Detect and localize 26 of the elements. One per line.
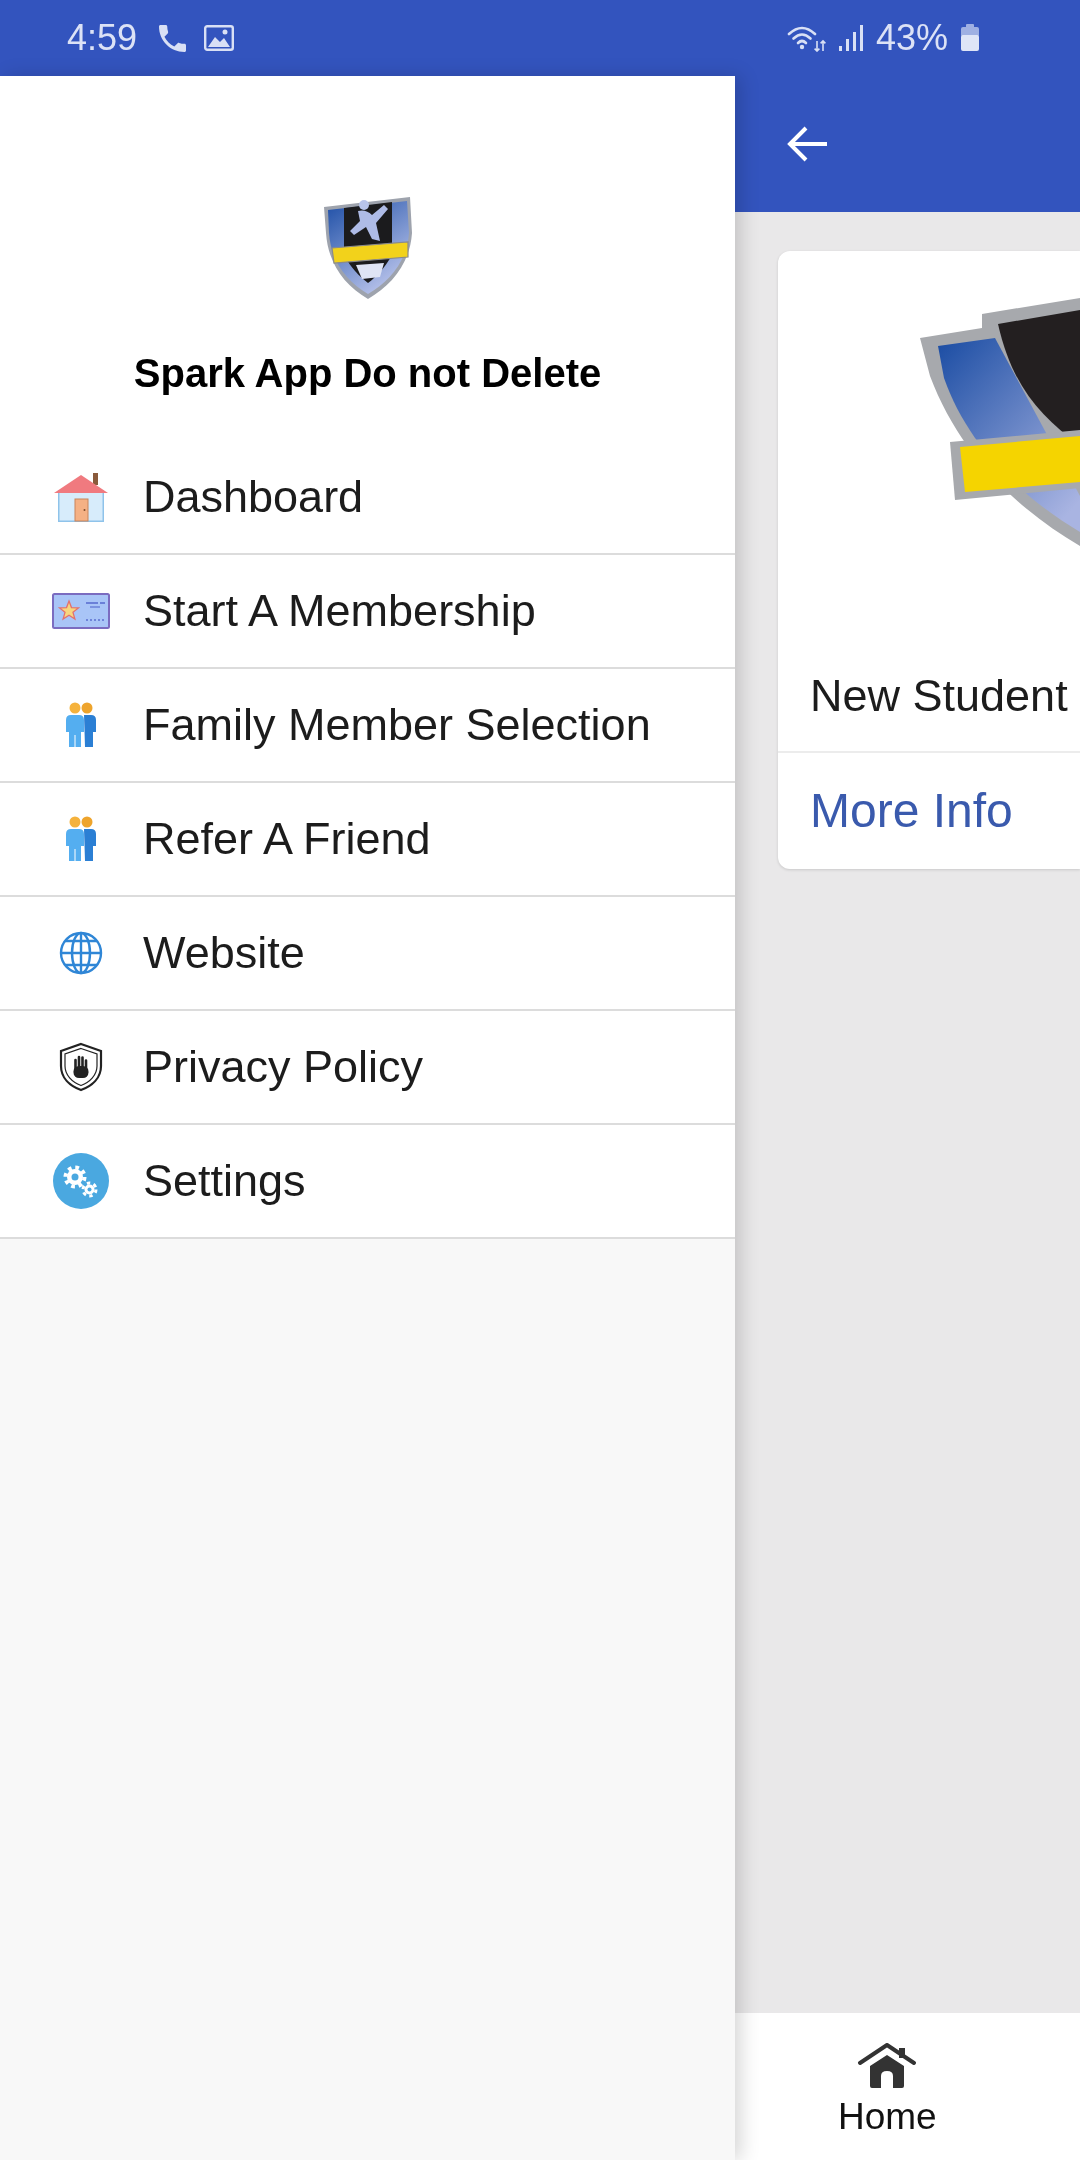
- menu-item[interactable]: Family Member Selection: [0, 669, 735, 783]
- menu-item[interactable]: Refer A Friend: [0, 783, 735, 897]
- more-info-link[interactable]: More Info: [810, 783, 1013, 839]
- image-icon: [204, 25, 235, 51]
- menu-item[interactable]: Privacy Policy: [0, 1011, 735, 1125]
- star-card-icon: [52, 593, 110, 629]
- battery-icon: [960, 24, 980, 52]
- wifi-icon: [785, 24, 826, 52]
- drawer-title: Spark App Do not Delete: [133, 350, 602, 397]
- back-arrow-icon[interactable]: [785, 125, 829, 163]
- gears-icon: [53, 1153, 109, 1209]
- house-icon: [53, 472, 109, 522]
- people-icon: [64, 816, 98, 862]
- menu-item[interactable]: Website: [0, 897, 735, 1011]
- shield-hand-icon: [57, 1042, 105, 1092]
- clock-text: 4:59: [67, 17, 138, 59]
- card-title: New Student: [810, 669, 1068, 723]
- home-icon: [857, 2043, 918, 2089]
- signal-icon: [837, 24, 864, 52]
- phone-icon: [159, 24, 187, 52]
- menu-item[interactable]: Start A Membership: [0, 555, 735, 669]
- people-icon: [64, 702, 98, 748]
- battery-percent-text: 43%: [875, 17, 948, 59]
- nav-tab[interactable]: Home: [838, 2013, 937, 2160]
- menu-item[interactable]: Settings: [0, 1125, 735, 1239]
- menu-item[interactable]: Dashboard: [0, 441, 735, 555]
